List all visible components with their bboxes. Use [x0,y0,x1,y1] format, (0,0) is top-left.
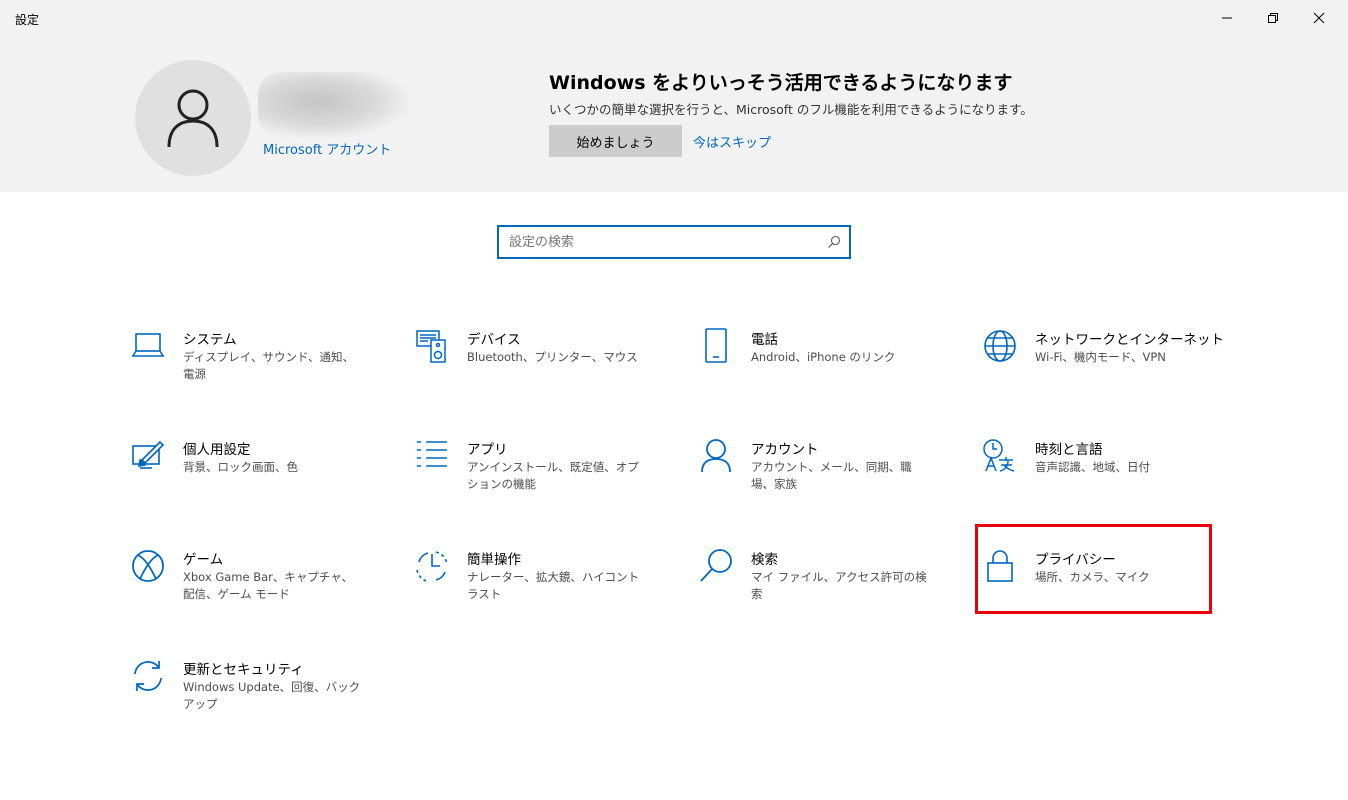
close-icon [1313,12,1325,24]
tile-title: デバイス [467,332,521,348]
tile-description: アカウント、メール、同期、職場、家族 [751,460,912,491]
minimize-button[interactable] [1204,0,1250,36]
promo-title: Windows をよりいっそう活用できるようになります [549,72,1013,94]
tile-title: 電話 [751,332,778,348]
tile-description: Android、iPhone のリンク [751,350,896,364]
privacy-highlight-box [975,524,1212,614]
tile-description: アンインストール、既定値、オプションの機能 [467,460,639,491]
tile-description: Xbox Game Bar、キャプチャ、配信、ゲーム モード [183,570,354,601]
close-button[interactable] [1296,0,1342,36]
search-icon [828,235,841,248]
tile-update-security[interactable]: 更新とセキュリティ Windows Update、回復、バックアップ [130,658,370,738]
microsoft-account-link[interactable]: Microsoft アカウント [263,139,391,158]
tile-title: 簡単操作 [467,552,521,568]
phone-icon [705,328,727,363]
tile-ease-of-access[interactable]: 簡単操作 ナレーター、拡大鏡、ハイコントラスト [414,548,654,628]
tile-title: アカウント [751,442,819,458]
tile-devices[interactable]: デバイス Bluetooth、プリンター、マウス [414,328,654,408]
tile-description: 背景、ロック画面、色 [183,460,298,474]
tile-search[interactable]: 検索 マイ ファイル、アクセス許可の検索 [698,548,938,628]
tile-accounts[interactable]: アカウント アカウント、メール、同期、職場、家族 [698,438,938,518]
tile-time-language[interactable]: 時刻と言語 音声認識、地域、日付 [982,438,1222,518]
tile-title: 更新とセキュリティ [183,662,304,678]
tile-title: 個人用設定 [183,442,251,458]
tile-description: ディスプレイ、サウンド、通知、電源 [183,350,355,381]
devices-icon [416,330,446,363]
magnifier-icon [700,549,732,582]
update-arrows-icon [134,661,162,691]
settings-search-box[interactable] [497,225,851,259]
tile-description: 音声認識、地域、日付 [1035,460,1150,474]
minimize-icon [1222,17,1232,19]
tile-title: ネットワークとインターネット [1035,332,1224,348]
tile-network[interactable]: ネットワークとインターネット Wi-Fi、機内モード、VPN [982,328,1224,408]
tile-description: ナレーター、拡大鏡、ハイコントラスト [467,570,640,601]
title-bar: 設定 [0,0,1348,36]
tile-title: ゲーム [183,552,224,568]
avatar[interactable] [135,60,251,176]
get-started-button[interactable]: 始めましょう [549,125,682,157]
globe-icon [984,330,1016,362]
search-input[interactable] [509,232,809,252]
tile-description: Windows Update、回復、バックアップ [183,680,361,711]
restore-icon [1268,13,1278,23]
tile-gaming[interactable]: ゲーム Xbox Game Bar、キャプチャ、配信、ゲーム モード [130,548,370,628]
promo-subtitle: いくつかの簡単な選択を行うと、Microsoft のフル機能を利用できるようにな… [549,102,1033,117]
tile-title: アプリ [467,442,508,458]
ease-of-access-icon [416,551,448,582]
apps-list-icon [417,441,447,467]
skip-for-now-link[interactable]: 今はスキップ [693,132,771,151]
tile-phone[interactable]: 電話 Android、iPhone のリンク [698,328,938,408]
account-banner: Microsoft アカウント Windows をよりいっそう活用できるようにな… [0,36,1348,192]
time-language-icon [983,439,1015,472]
personalization-icon [132,440,165,469]
tile-title: 検索 [751,552,778,568]
xbox-icon [132,550,164,582]
tile-description: Wi-Fi、機内モード、VPN [1035,350,1166,364]
user-silhouette-icon [167,89,219,148]
blurred-user-name [258,72,408,138]
tile-description: Bluetooth、プリンター、マウス [467,350,638,364]
tile-description: マイ ファイル、アクセス許可の検索 [751,570,927,601]
restore-button[interactable] [1250,0,1296,36]
person-icon [701,439,731,473]
laptop-icon [132,333,164,357]
tile-system[interactable]: システム ディスプレイ、サウンド、通知、電源 [130,328,370,408]
tile-personalization[interactable]: 個人用設定 背景、ロック画面、色 [130,438,370,518]
tile-title: システム [183,332,237,348]
window-title: 設定 [15,13,40,27]
tile-title: 時刻と言語 [1035,442,1103,458]
tile-apps[interactable]: アプリ アンインストール、既定値、オプションの機能 [414,438,654,518]
